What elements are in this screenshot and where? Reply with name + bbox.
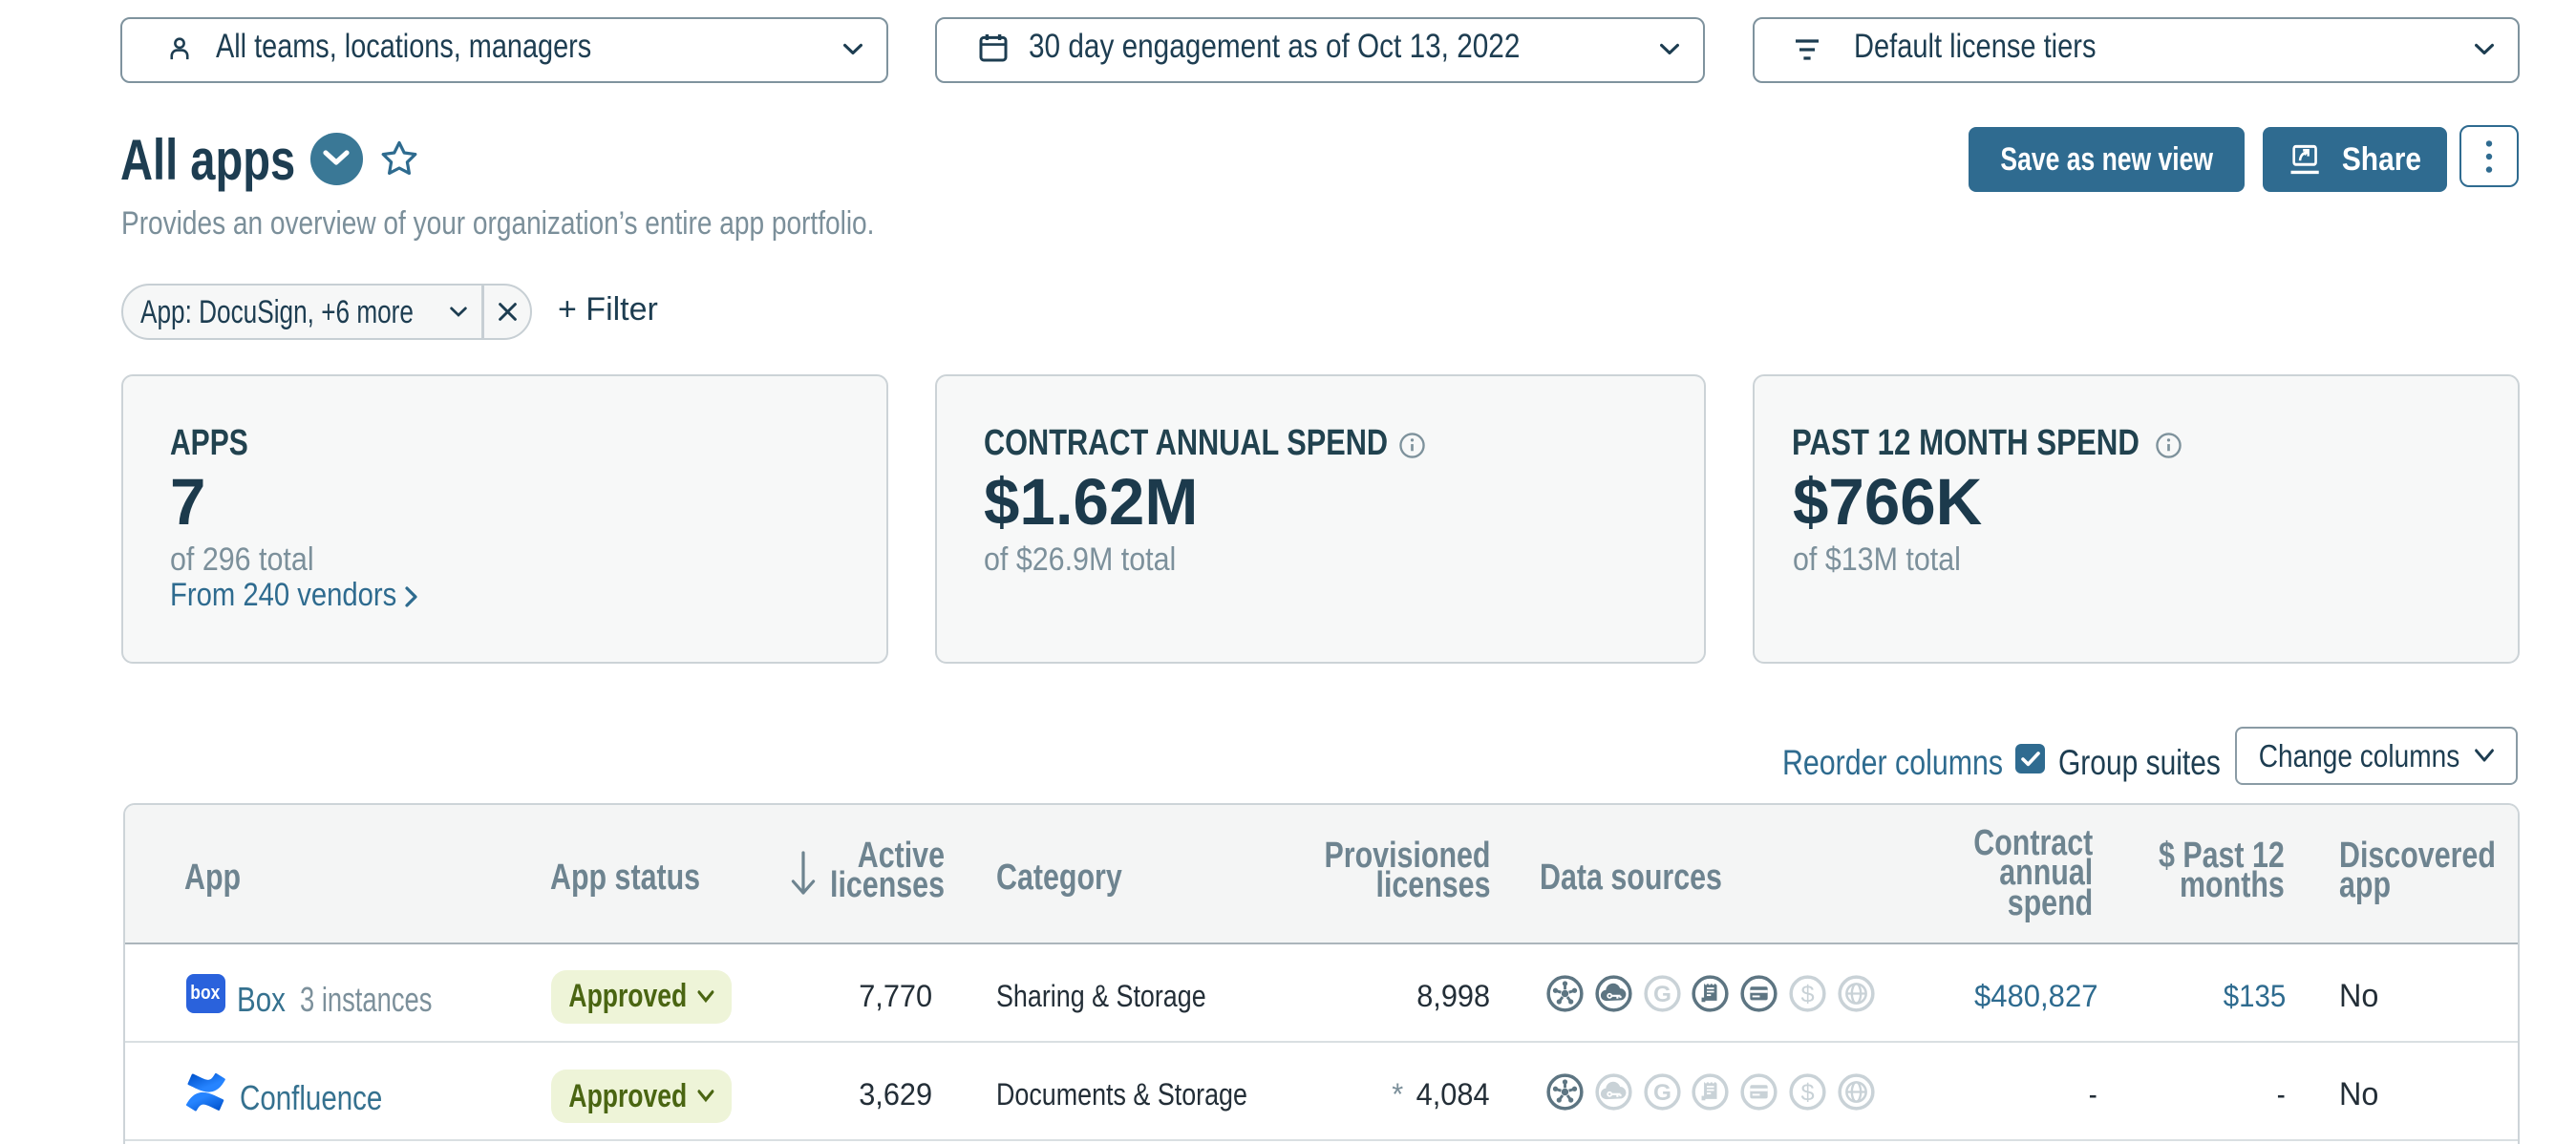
svg-text:$: $ [1800,982,1814,1008]
svg-text:$: $ [1800,1080,1814,1107]
svg-text:G: G [1653,982,1671,1007]
svg-text:G: G [1653,1080,1671,1106]
